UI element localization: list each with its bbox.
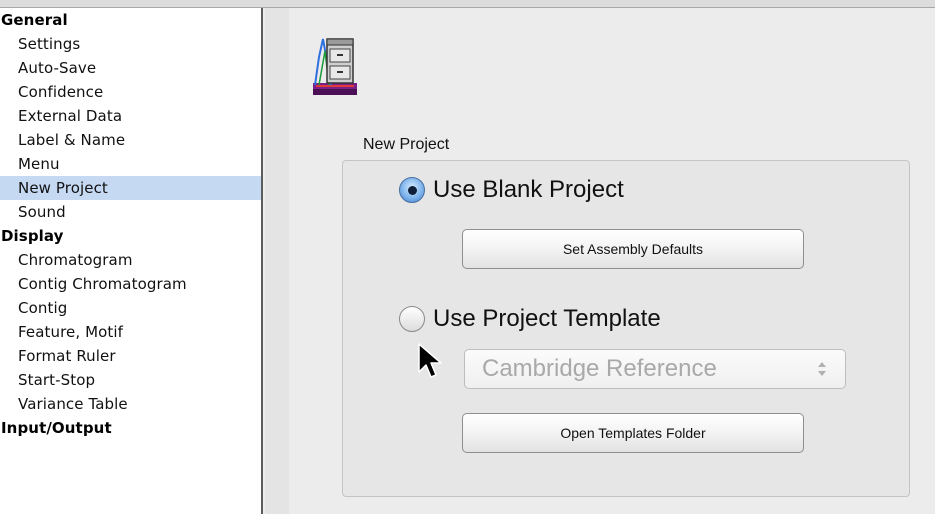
mouse-pointer-icon <box>418 343 442 378</box>
preferences-sidebar: General Settings Auto-Save Confidence Ex… <box>0 8 263 514</box>
template-popup-menu[interactable]: Cambridge Reference <box>464 349 846 389</box>
use-blank-project-label[interactable]: Use Blank Project <box>433 176 624 204</box>
sidebar-item-new-project[interactable]: New Project <box>0 176 261 200</box>
preferences-panel: New Project Use Blank Project Set Assemb… <box>265 8 935 514</box>
use-project-template-option[interactable]: Use Project Template <box>399 305 661 333</box>
use-project-template-label[interactable]: Use Project Template <box>433 305 661 333</box>
sidebar-item-external-data[interactable]: External Data <box>0 104 261 128</box>
sidebar-item-label-name[interactable]: Label & Name <box>0 128 261 152</box>
use-blank-project-radio[interactable] <box>399 177 425 203</box>
use-blank-project-option[interactable]: Use Blank Project <box>399 176 624 204</box>
template-popup-value: Cambridge Reference <box>482 355 717 382</box>
updown-arrows-icon <box>818 362 826 376</box>
sidebar-item-start-stop[interactable]: Start-Stop <box>0 368 261 392</box>
sidebar-heading-general[interactable]: General <box>0 8 261 32</box>
panel-shade <box>265 8 289 514</box>
set-assembly-defaults-button[interactable]: Set Assembly Defaults <box>462 229 804 269</box>
sidebar-item-variance-table[interactable]: Variance Table <box>0 392 261 416</box>
window-top-edge <box>0 0 935 8</box>
open-templates-folder-button[interactable]: Open Templates Folder <box>462 413 804 453</box>
new-project-group-label: New Project <box>363 136 450 153</box>
sidebar-heading-input-output[interactable]: Input/Output <box>0 416 261 440</box>
sidebar-item-contig[interactable]: Contig <box>0 296 261 320</box>
sidebar-item-menu[interactable]: Menu <box>0 152 261 176</box>
sidebar-item-feature-motif[interactable]: Feature, Motif <box>0 320 261 344</box>
sidebar-item-confidence[interactable]: Confidence <box>0 80 261 104</box>
sidebar-heading-display[interactable]: Display <box>0 224 261 248</box>
radio-dot <box>407 185 417 195</box>
project-cabinet-icon <box>313 38 357 95</box>
use-project-template-radio[interactable] <box>399 306 425 332</box>
sidebar-item-sound[interactable]: Sound <box>0 200 261 224</box>
sidebar-item-settings[interactable]: Settings <box>0 32 261 56</box>
sidebar-item-format-ruler[interactable]: Format Ruler <box>0 344 261 368</box>
sidebar-item-auto-save[interactable]: Auto-Save <box>0 56 261 80</box>
sidebar-item-contig-chromatogram[interactable]: Contig Chromatogram <box>0 272 261 296</box>
sidebar-item-chromatogram[interactable]: Chromatogram <box>0 248 261 272</box>
